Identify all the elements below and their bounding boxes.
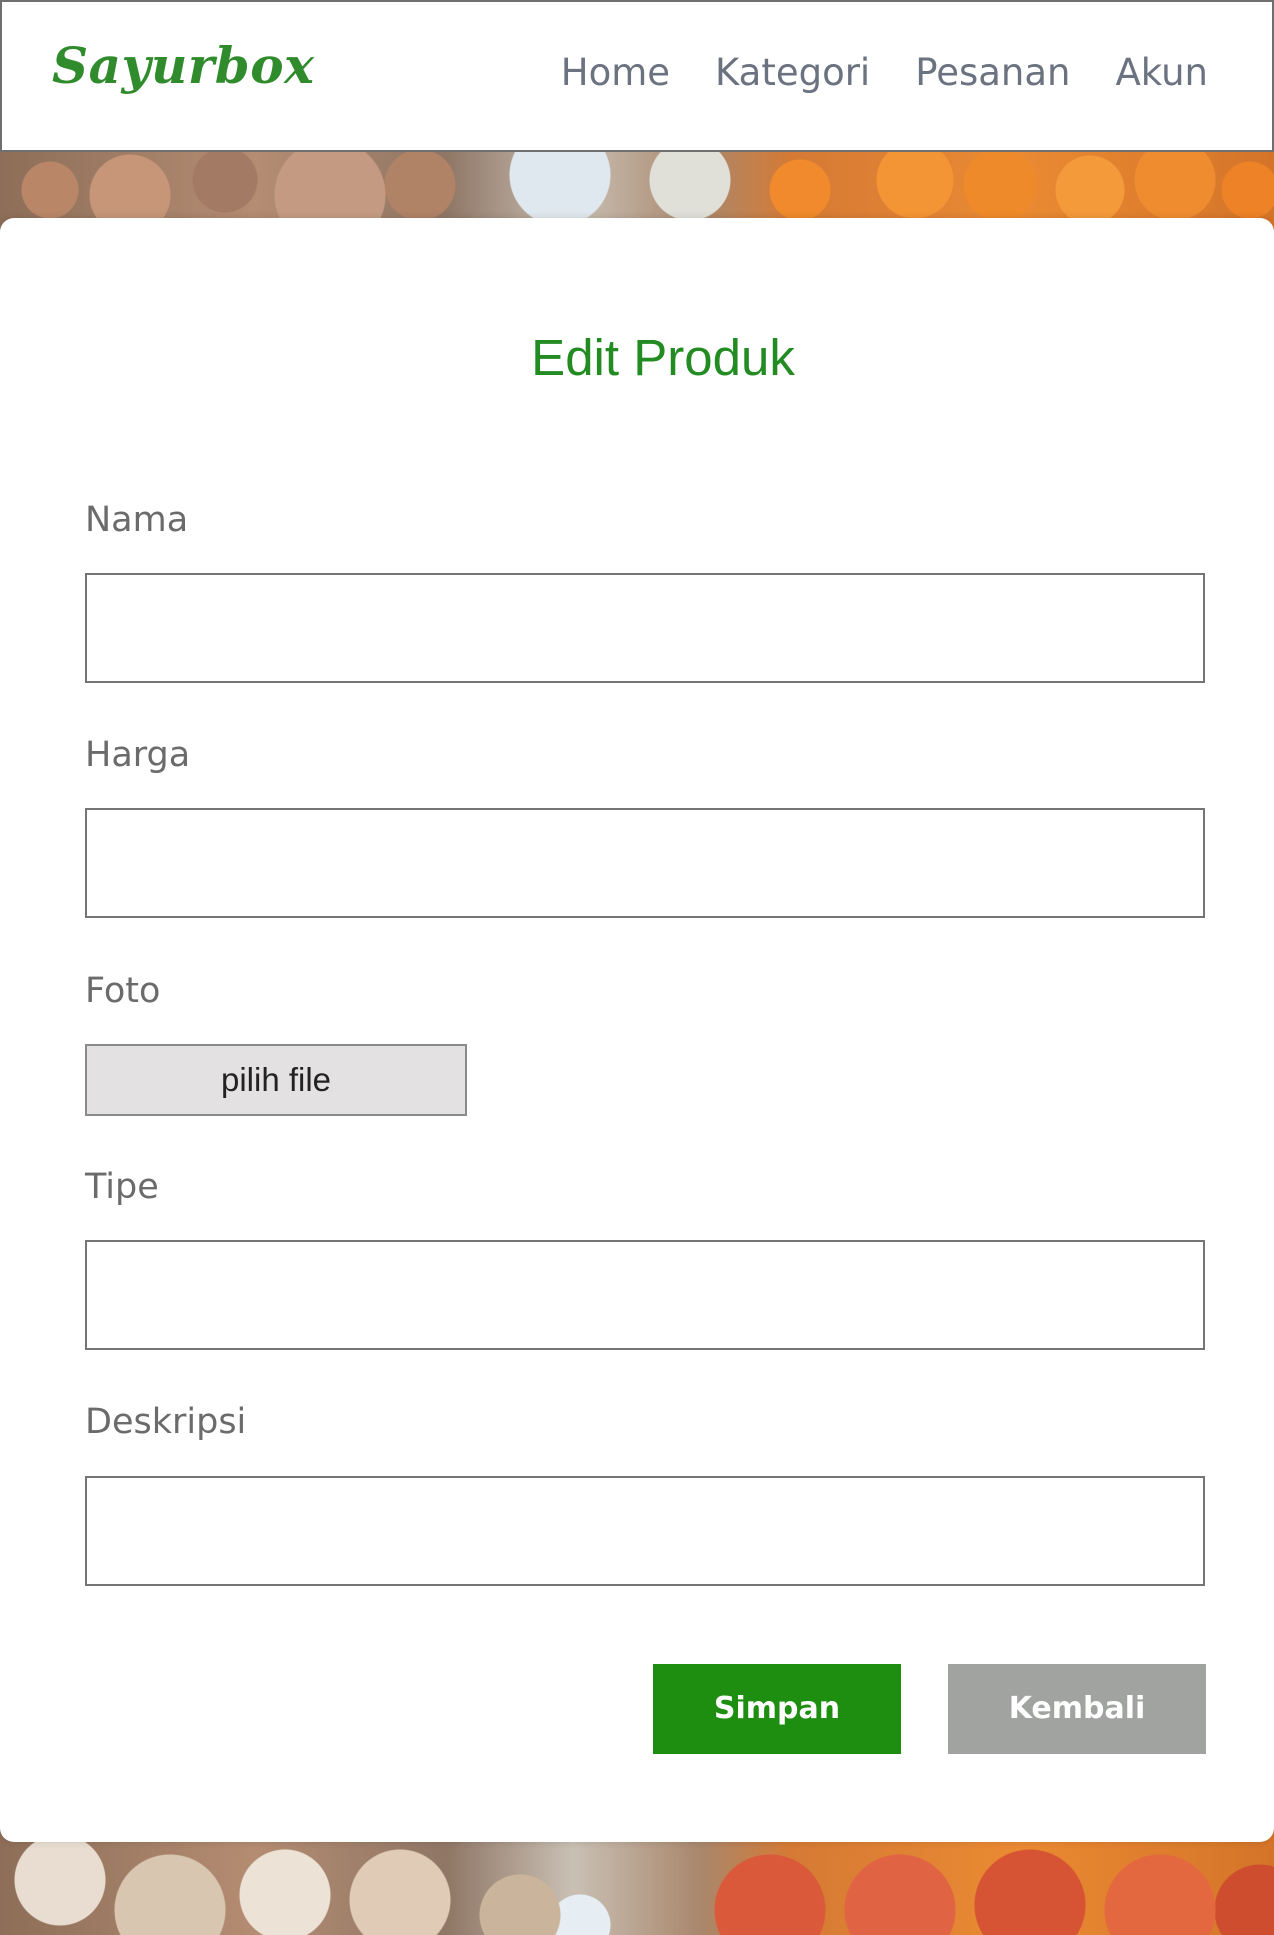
nav-link-home[interactable]: Home: [561, 51, 670, 94]
back-button[interactable]: Kembali: [948, 1664, 1206, 1754]
harga-input[interactable]: [85, 808, 1205, 918]
tipe-label: Tipe: [85, 1167, 159, 1207]
foto-label: Foto: [85, 971, 161, 1011]
nav-links: Home Kategori Pesanan Akun: [561, 51, 1208, 94]
save-button[interactable]: Simpan: [653, 1664, 901, 1754]
nav-link-kategori[interactable]: Kategori: [715, 51, 870, 94]
brand-logo[interactable]: Sayurbox: [52, 36, 314, 95]
choose-file-button[interactable]: pilih file: [85, 1044, 467, 1116]
navbar: Sayurbox Home Kategori Pesanan Akun: [0, 0, 1274, 152]
nav-link-akun[interactable]: Akun: [1116, 51, 1209, 94]
tipe-input[interactable]: [85, 1240, 1205, 1350]
edit-product-card: Edit Produk Nama Harga Foto pilih file T…: [0, 218, 1274, 1842]
deskripsi-input[interactable]: [85, 1476, 1205, 1586]
page-title: Edit Produk: [531, 329, 795, 386]
nama-input[interactable]: [85, 573, 1205, 683]
nama-label: Nama: [85, 500, 189, 540]
nav-link-pesanan[interactable]: Pesanan: [915, 51, 1070, 94]
deskripsi-label: Deskripsi: [85, 1402, 247, 1442]
harga-label: Harga: [85, 735, 191, 775]
